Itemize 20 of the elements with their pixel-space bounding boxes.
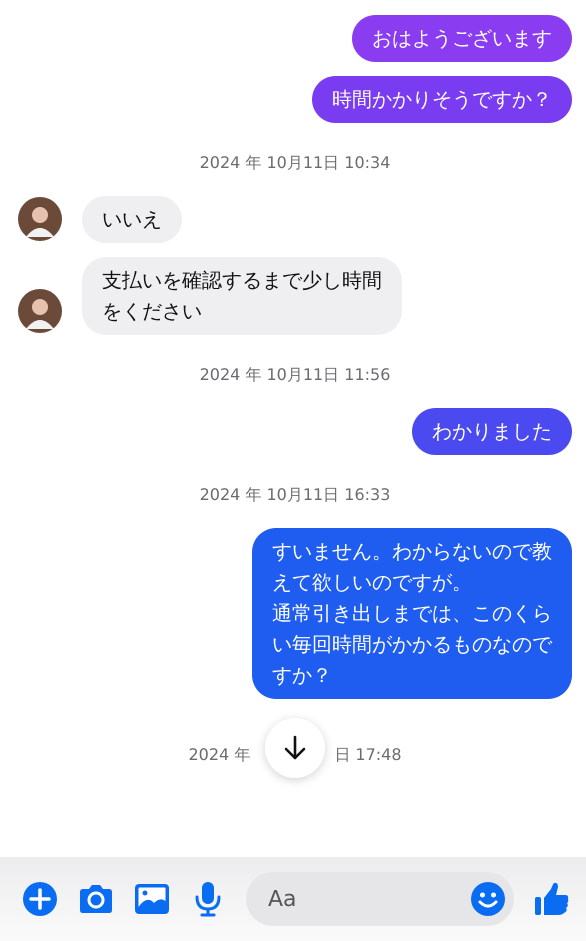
- avatar-icon: [18, 289, 62, 333]
- message-bubble: いいえ: [82, 196, 182, 243]
- arrow-down-icon: [282, 735, 308, 761]
- avatar-icon: [18, 197, 62, 241]
- message-bubble: おはようございます: [352, 15, 572, 62]
- timestamp: 2024 年 10月11日 11:56: [198, 365, 392, 386]
- message-field[interactable]: Aa: [246, 872, 514, 926]
- plus-icon[interactable]: [22, 881, 58, 917]
- timestamp: 2024 年 10月11日 16:33: [198, 485, 392, 506]
- message-bubble: 支払いを確認するまで少し時間 をください: [82, 257, 402, 335]
- message-input[interactable]: Aa: [268, 886, 470, 912]
- image-icon[interactable]: [134, 881, 170, 917]
- message-bubble: 時間かかりそうですか？: [312, 76, 572, 123]
- timestamp: 日 17:48: [334, 745, 402, 766]
- timestamp: 2024 年: [188, 745, 250, 766]
- message-bubble: すいません。わからないので教 えて欲しいのですが。 通常引き出しまでは、このくら い毎回時間がかかるものなので すか？: [252, 528, 572, 699]
- timestamp: 2024 年 10月11日 10:34: [198, 153, 392, 174]
- thumbs-up-icon[interactable]: [534, 881, 570, 917]
- message-bubble: わかりました: [412, 408, 572, 455]
- smiley-icon[interactable]: [470, 881, 506, 917]
